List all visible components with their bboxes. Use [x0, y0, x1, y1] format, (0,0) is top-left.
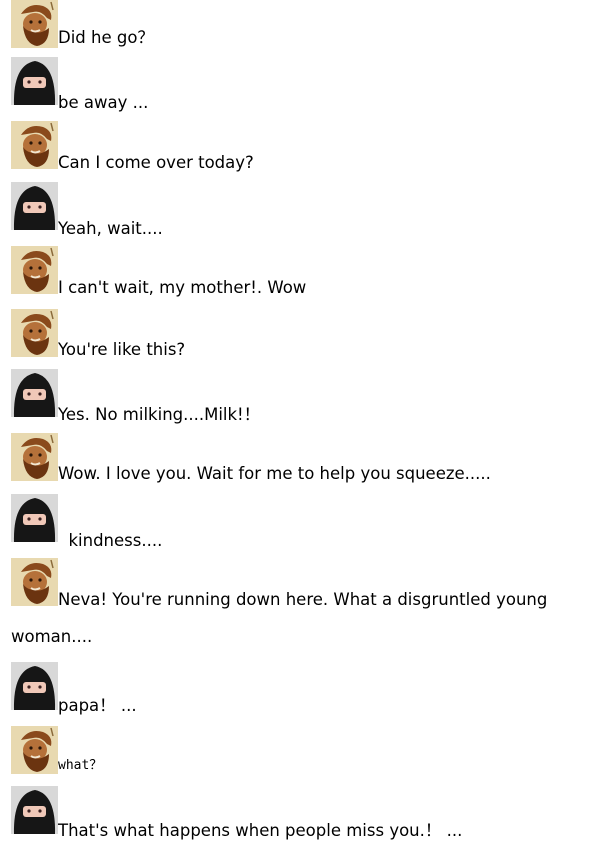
veiled-woman-avatar-icon: [11, 786, 58, 834]
chat-message-text: Wow. I love you. Wait for me to help you…: [58, 464, 491, 483]
chat-message-text: Yes. No milking....Milk!！: [58, 405, 261, 424]
veiled-woman-avatar-icon: [11, 494, 58, 542]
chat-message-text-continuation: woman....: [11, 627, 93, 646]
bearded-man-avatar-icon: [11, 309, 58, 357]
veiled-woman-avatar-icon: [11, 182, 58, 230]
chat-message-text: what？: [58, 758, 103, 773]
bearded-man-avatar-icon: [11, 0, 58, 48]
chat-message-text: You're like this?: [58, 340, 186, 359]
bearded-man-avatar-icon: [11, 121, 58, 169]
chat-message-text: Can I come over today?: [58, 153, 254, 172]
bearded-man-avatar-icon: [11, 246, 58, 294]
bearded-man-avatar-icon: [11, 433, 58, 481]
chat-message-text: Did he go？: [58, 28, 154, 47]
chat-message-text: That's what happens when people miss you…: [58, 821, 463, 840]
chat-message-text: Yeah, wait....: [58, 219, 163, 238]
chat-message-text: I can't wait, my mother!. Wow: [58, 278, 307, 297]
chat-message-text: kindness....: [58, 531, 163, 550]
chat-message-text: Neva! You're running down here. What a d…: [58, 590, 548, 609]
veiled-woman-avatar-icon: [11, 662, 58, 710]
bearded-man-avatar-icon: [11, 726, 58, 774]
chat-message-text: papa！ ...: [58, 696, 137, 715]
chat-message-text: be away ...: [58, 93, 149, 112]
chat-transcript: Did he go？ be away ... Can I come over t…: [0, 0, 598, 840]
veiled-woman-avatar-icon: [11, 369, 58, 417]
veiled-woman-avatar-icon: [11, 57, 58, 105]
bearded-man-avatar-icon: [11, 558, 58, 606]
